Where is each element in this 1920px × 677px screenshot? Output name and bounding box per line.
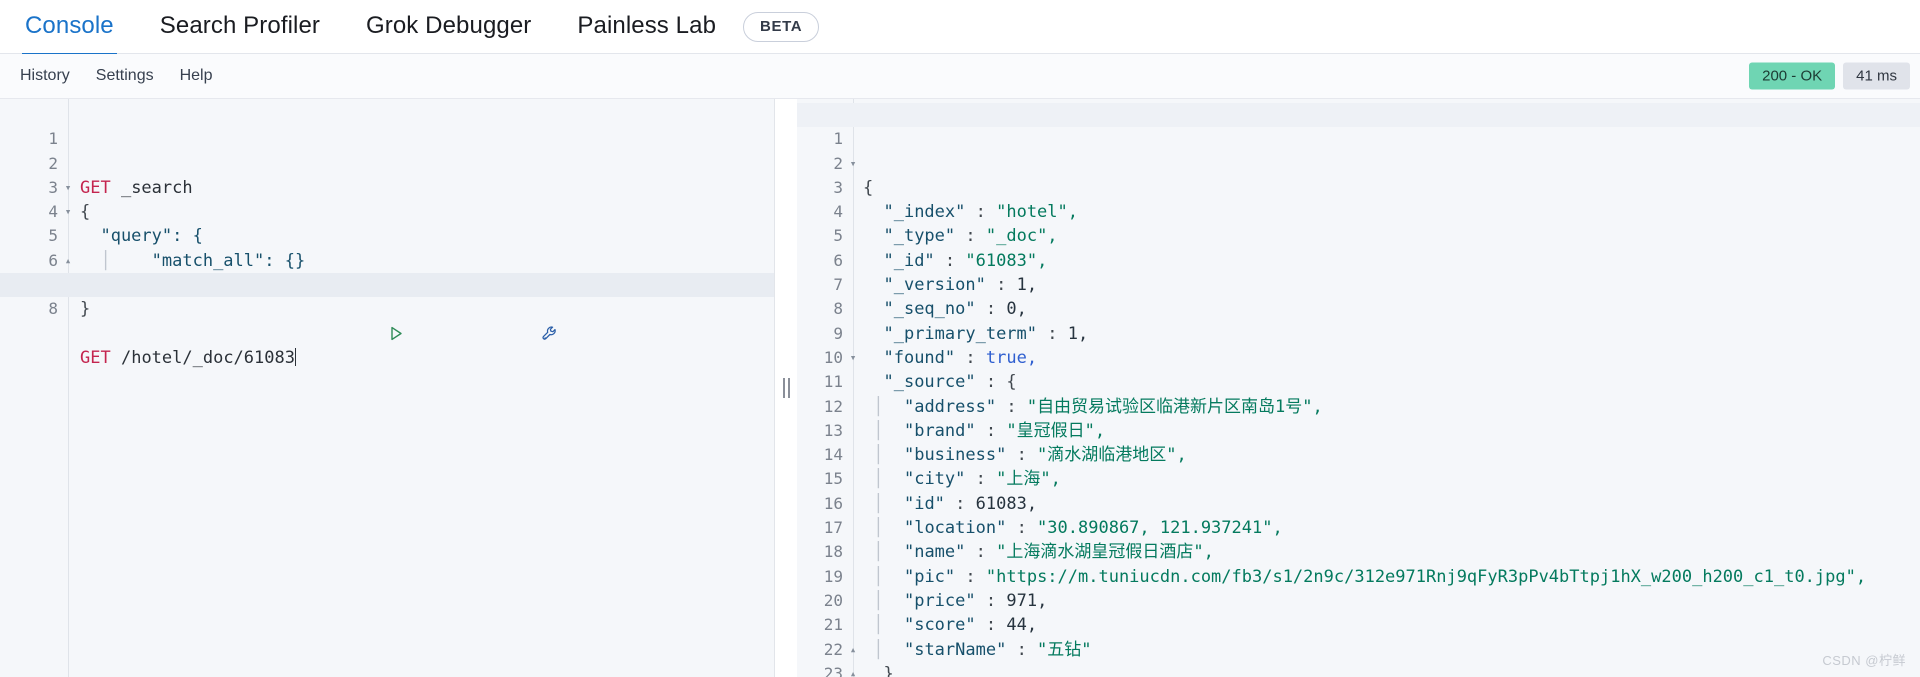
editor-line[interactable]: 6 "_seq_no" : 0, — [797, 224, 1920, 320]
tab-console-label: Console — [25, 12, 114, 39]
line-code: } — [863, 663, 894, 677]
console-toolbar: History Settings Help 200 - OK 41 ms — [0, 54, 1920, 99]
toolbar-item-settings[interactable]: Settings — [96, 67, 154, 85]
editor-line[interactable]: 5 "_version" : 1, — [797, 200, 1920, 295]
editor-line[interactable]: 1 GET _search — [0, 103, 774, 198]
console-panes: 1 GET _search 2 ▾ { 3 ▾ "query": { 4 │ "… — [0, 99, 1920, 677]
editor-line[interactable]: 9 ▾ "_source" : { — [797, 297, 1920, 393]
editor-line[interactable]: 17 │ "pic" : "https://m.tuniucdn.com/fb3… — [797, 492, 1920, 587]
editor-line[interactable]: 3 "_type" : "_doc", — [797, 152, 1920, 247]
editor-line[interactable]: 5 ▴ } — [0, 200, 774, 295]
response-status-group: 200 - OK 41 ms — [1749, 62, 1910, 90]
line-action-group — [388, 276, 684, 391]
request-path — [111, 348, 121, 368]
line-number: 8 — [48, 299, 58, 319]
tab-painless-lab[interactable]: Painless Lab — [574, 0, 719, 55]
tab-search-profiler-label: Search Profiler — [159, 12, 320, 39]
editor-line[interactable]: 22 ▴ } — [797, 613, 1920, 677]
editor-line[interactable]: 12 │ "business" : "滴水湖临港地区", — [797, 370, 1920, 466]
editor-line[interactable]: 2 "_index" : "hotel", — [797, 127, 1920, 223]
watermark: CSDN @柠鲜 — [1822, 653, 1906, 668]
editor-line[interactable]: 6 ▴ } — [0, 224, 774, 320]
request-pane[interactable]: 1 GET _search 2 ▾ { 3 ▾ "query": { 4 │ "… — [0, 99, 775, 677]
text-cursor — [294, 347, 296, 366]
editor-line[interactable]: 18 │ "price" : 971, — [797, 516, 1920, 611]
beta-badge: BETA — [743, 11, 820, 42]
response-pane[interactable]: 1 ▾ { 2 "_index" : "hotel", 3 "_type" : … — [797, 99, 1920, 677]
editor-line[interactable]: 7 — [0, 249, 774, 294]
toolbar-item-history[interactable]: History — [20, 67, 70, 85]
status-badge: 200 - OK — [1749, 62, 1836, 90]
editor-line[interactable]: 14 │ "id" : 61083, — [797, 419, 1920, 514]
response-editor[interactable]: 1 ▾ { 2 "_index" : "hotel", 3 "_type" : … — [797, 99, 1920, 677]
editor-line[interactable]: 3 ▾ "query": { — [0, 152, 774, 247]
editor-line[interactable]: 1 ▾ { — [797, 103, 1920, 198]
request-path-value: /hotel/_doc/61083 — [120, 347, 295, 368]
editor-line[interactable]: 13 │ "city" : "上海", — [797, 395, 1920, 490]
response-time-badge: 41 ms — [1843, 62, 1910, 90]
editor-line[interactable]: 7 "_primary_term" : 1, — [797, 249, 1920, 344]
tab-grok-debugger[interactable]: Grok Debugger — [363, 0, 534, 55]
editor-line[interactable]: 21 ▴ } — [797, 589, 1920, 677]
http-method: GET — [80, 347, 111, 368]
wrench-icon[interactable] — [541, 276, 684, 391]
tab-grok-debugger-label: Grok Debugger — [366, 12, 532, 39]
request-editor[interactable]: 1 GET _search 2 ▾ { 3 ▾ "query": { 4 │ "… — [0, 99, 774, 677]
editor-line[interactable]: 10 │ "address" : "自由贸易试验区临港新片区南岛1号", — [797, 322, 1920, 417]
play-icon[interactable] — [388, 277, 531, 391]
tab-console[interactable]: Console — [22, 0, 117, 56]
main-tab-bar: Console Search Profiler Grok Debugger Pa… — [0, 0, 1920, 56]
editor-line[interactable]: 16 │ "name" : "上海滴水湖皇冠假日酒店", — [797, 467, 1920, 563]
editor-line[interactable]: 20 │ "starName" : "五钻" — [797, 565, 1920, 660]
editor-line[interactable]: 2 ▾ { — [0, 127, 774, 223]
splitter-grip-icon[interactable] — [782, 378, 790, 398]
editor-line-active[interactable]: 8 GET /hotel/_doc/61083 — [0, 273, 774, 368]
line-number: 23 — [823, 663, 843, 677]
editor-line[interactable]: 11 │ "brand" : "皇冠假日", — [797, 346, 1920, 441]
editor-line[interactable]: 19 │ "score" : 44, — [797, 540, 1920, 636]
editor-line[interactable]: 23 — [797, 638, 1920, 677]
editor-line[interactable]: 15 │ "location" : "30.890867, 121.937241… — [797, 443, 1920, 538]
editor-line[interactable]: 4 "_id" : "61083", — [797, 176, 1920, 271]
pane-splitter[interactable] — [775, 99, 797, 677]
dev-tools-console: Console Search Profiler Grok Debugger Pa… — [0, 0, 1920, 677]
tab-search-profiler[interactable]: Search Profiler — [157, 0, 323, 55]
editor-line[interactable]: 4 │ "match_all": {} — [0, 176, 774, 271]
editor-line[interactable]: 8 "found" : true, — [797, 273, 1920, 368]
tab-painless-lab-label: Painless Lab — [577, 12, 717, 39]
toolbar-item-help[interactable]: Help — [180, 67, 213, 85]
